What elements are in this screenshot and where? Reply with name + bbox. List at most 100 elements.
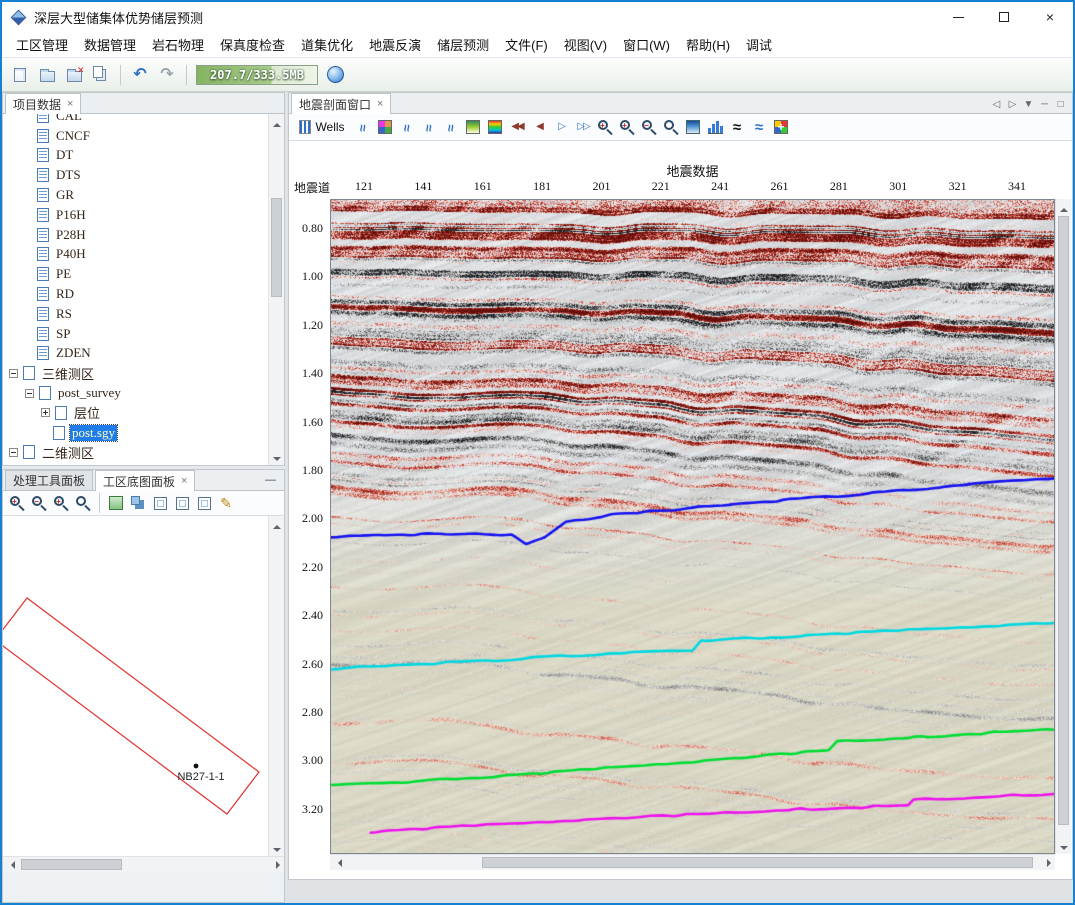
basemap-vertical-scrollbar[interactable] [268, 516, 284, 856]
zoom-in-icon[interactable]: + [7, 493, 27, 513]
panel-menu-icon[interactable]: ▼ [1022, 99, 1035, 110]
overlay-icon[interactable] [128, 493, 148, 513]
collapse-icon[interactable] [9, 369, 18, 378]
scroll-right-icon[interactable] [268, 857, 284, 873]
tab-scroll-right-icon[interactable]: ▷ [1006, 99, 1019, 110]
tree-item-SP[interactable]: SP [5, 324, 267, 344]
zoom-out-icon[interactable]: − [639, 117, 659, 137]
scroll-thumb[interactable] [21, 859, 122, 870]
tree-item-GR[interactable]: GR [5, 185, 267, 205]
scroll-right-icon[interactable] [1039, 855, 1055, 871]
tree-vertical-scrollbar[interactable] [268, 114, 284, 465]
colorbar-display-icon[interactable] [485, 117, 505, 137]
tree-item-post_survey[interactable]: post_survey [5, 383, 267, 403]
scroll-thumb[interactable] [1058, 216, 1069, 825]
tree-item-DTS[interactable]: DTS [5, 165, 267, 185]
prev-line-icon[interactable]: ◀ [529, 117, 549, 137]
close-tab-icon[interactable]: × [181, 475, 187, 487]
edit-polygon-icon[interactable]: ✎ [216, 493, 236, 513]
scroll-down-icon[interactable] [1056, 838, 1072, 854]
histogram-icon[interactable] [705, 117, 725, 137]
scroll-down-icon[interactable] [269, 449, 284, 465]
next-line-icon[interactable]: ▷ [551, 117, 571, 137]
tree-item-三维测区[interactable]: 三维测区 [5, 363, 267, 383]
wiggle-fill-icon[interactable]: ≈ [397, 117, 417, 137]
zoom-out-icon[interactable]: − [29, 493, 49, 513]
tree-item-P40H[interactable]: P40H [5, 245, 267, 265]
scroll-down-icon[interactable] [269, 840, 285, 856]
maximize-button[interactable] [981, 2, 1027, 32]
scroll-left-icon[interactable] [330, 855, 346, 871]
menu-item-3[interactable]: 保真度检查 [212, 32, 293, 57]
basemap-icon[interactable] [106, 493, 126, 513]
zoom-in-icon[interactable]: + [595, 117, 615, 137]
zoom-window-icon[interactable]: + [51, 493, 71, 513]
seismic-horizontal-scrollbar[interactable] [330, 854, 1055, 870]
panel-minimize-icon[interactable]: — [265, 474, 284, 490]
scroll-up-icon[interactable] [269, 516, 285, 532]
zoom-sel-icon[interactable]: + [617, 117, 637, 137]
minimize-button[interactable] [935, 2, 981, 32]
tree-item-层位[interactable]: 层位 [5, 403, 267, 423]
tree-item-PE[interactable]: PE [5, 264, 267, 284]
tree-item-CNCF[interactable]: CNCF [5, 126, 267, 146]
tree-item-二维测区[interactable]: 二维测区 [5, 443, 267, 463]
menu-item-5[interactable]: 地震反演 [361, 32, 429, 57]
zoom-full-icon[interactable] [73, 493, 93, 513]
menu-item-10[interactable]: 帮助(H) [678, 32, 738, 57]
panel-minimize-icon[interactable]: ─ [1038, 99, 1051, 110]
undo-icon[interactable]: ↶ [128, 63, 152, 87]
menu-item-9[interactable]: 窗口(W) [615, 32, 678, 57]
play-lines-icon[interactable]: ▷▷ [573, 117, 593, 137]
close-tab-icon[interactable]: × [377, 98, 383, 110]
select-frame-icon[interactable] [150, 493, 170, 513]
wells-toggle-button[interactable]: Wells [293, 117, 351, 137]
tab-scroll-left-icon[interactable]: ◁ [990, 99, 1003, 110]
blend-display-icon[interactable] [771, 117, 791, 137]
collapse-icon[interactable] [25, 389, 34, 398]
copy-view-icon[interactable] [172, 493, 192, 513]
scroll-thumb[interactable] [482, 857, 1033, 868]
tab-seismic-section[interactable]: 地震剖面窗口 × [291, 93, 391, 114]
globe-clock-icon[interactable] [323, 63, 347, 87]
spectrum-icon[interactable]: ≈ [749, 117, 769, 137]
scroll-left-icon[interactable] [3, 857, 19, 873]
redo-icon[interactable]: ↷ [155, 63, 179, 87]
menu-item-4[interactable]: 道集优化 [293, 32, 361, 57]
close-project-icon[interactable] [62, 63, 86, 87]
basemap-horizontal-scrollbar[interactable] [3, 856, 284, 872]
tab-processing-tools[interactable]: 处理工具面板 [5, 470, 93, 490]
close-button[interactable]: × [1027, 2, 1073, 32]
menu-item-11[interactable]: 调试 [738, 32, 780, 57]
tree-item-P28H[interactable]: P28H [5, 225, 267, 245]
tab-project-data[interactable]: 项目数据 × [5, 93, 81, 114]
tree-item-post.sgy[interactable]: post.sgy [5, 423, 267, 443]
zoom-window-icon[interactable] [661, 117, 681, 137]
well-marker[interactable] [194, 764, 199, 769]
menu-item-1[interactable]: 数据管理 [76, 32, 144, 57]
expand-icon[interactable] [41, 408, 50, 417]
seismic-canvas[interactable] [331, 200, 1054, 853]
tree-item-RS[interactable]: RS [5, 304, 267, 324]
save-all-icon[interactable] [89, 63, 113, 87]
tree-item-P16H[interactable]: P16H [5, 205, 267, 225]
menu-item-8[interactable]: 视图(V) [556, 32, 615, 57]
menu-item-0[interactable]: 工区管理 [8, 32, 76, 57]
open-project-icon[interactable] [35, 63, 59, 87]
seismic-vertical-scrollbar[interactable] [1055, 199, 1071, 854]
basemap-canvas[interactable]: NB27-1-1 [3, 516, 268, 856]
panel-float-icon[interactable]: □ [1054, 99, 1067, 110]
wiggle-interp-icon[interactable]: ≈ [419, 117, 439, 137]
colormap-icon[interactable] [683, 117, 703, 137]
wavelet-icon[interactable]: ≈ [727, 117, 747, 137]
menu-item-7[interactable]: 文件(F) [497, 32, 556, 57]
collapse-icon[interactable] [9, 448, 18, 457]
tree-item-RD[interactable]: RD [5, 284, 267, 304]
color-matrix-icon[interactable] [375, 117, 395, 137]
scroll-thumb[interactable] [271, 198, 282, 296]
tree-item-ZDEN[interactable]: ZDEN [5, 344, 267, 364]
layers-icon[interactable] [194, 493, 214, 513]
close-tab-icon[interactable]: × [67, 98, 73, 110]
tab-basemap[interactable]: 工区底图面板× [95, 470, 195, 491]
tree-item-CAL[interactable]: CAL [5, 114, 267, 126]
